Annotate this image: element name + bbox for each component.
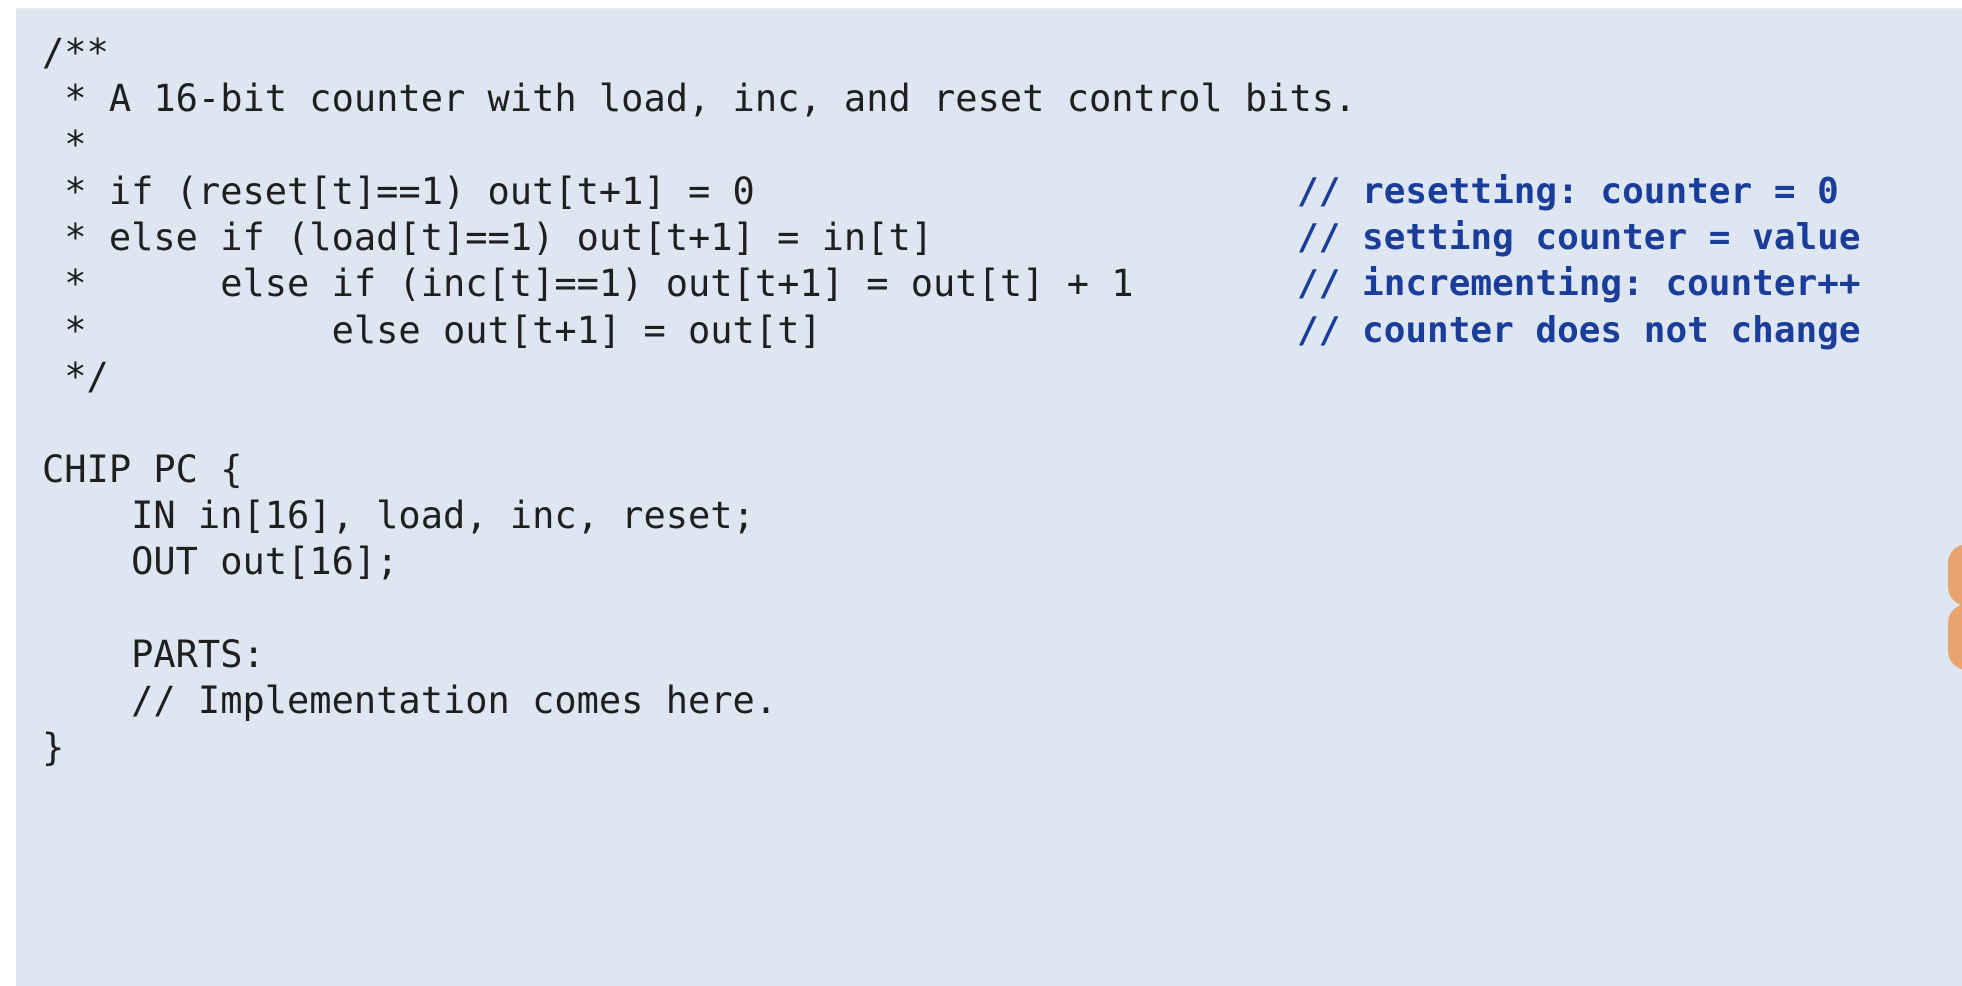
code-line-3: * <box>42 123 87 166</box>
code-line-14: PARTS: <box>42 633 265 676</box>
presenter-hand-edge <box>1948 544 1962 606</box>
code-line-12: OUT out[16]; <box>42 540 399 583</box>
code-line-4: * if (reset[t]==1) out[t+1] = 0 <box>42 170 755 213</box>
code-line-8: */ <box>42 355 109 398</box>
comment-resetting: // resetting: counter = 0 <box>1297 171 1839 212</box>
code-line-10: CHIP PC { <box>42 448 243 491</box>
comment-setting: // setting counter = value <box>1297 217 1861 258</box>
code-line-15: // Implementation comes here. <box>42 679 778 722</box>
comment-incrementing: // incrementing: counter++ <box>1297 263 1861 304</box>
code-line-2: * A 16-bit counter with load, inc, and r… <box>42 77 1357 120</box>
code-line-1: /** <box>42 31 109 74</box>
code-line-11: IN in[16], load, inc, reset; <box>42 494 755 537</box>
code-line-5: * else if (load[t]==1) out[t+1] = in[t] <box>42 216 934 259</box>
code-line-6: * else if (inc[t]==1) out[t+1] = out[t] … <box>42 262 1134 305</box>
comment-no-change: // counter does not change <box>1297 310 1861 351</box>
code-line-7: * else out[t+1] = out[t] <box>42 309 822 352</box>
presenter-finger-edge <box>1948 604 1962 670</box>
code-line-16: } <box>42 726 65 769</box>
code-slide-panel: /** * A 16-bit counter with load, inc, a… <box>16 8 1962 986</box>
